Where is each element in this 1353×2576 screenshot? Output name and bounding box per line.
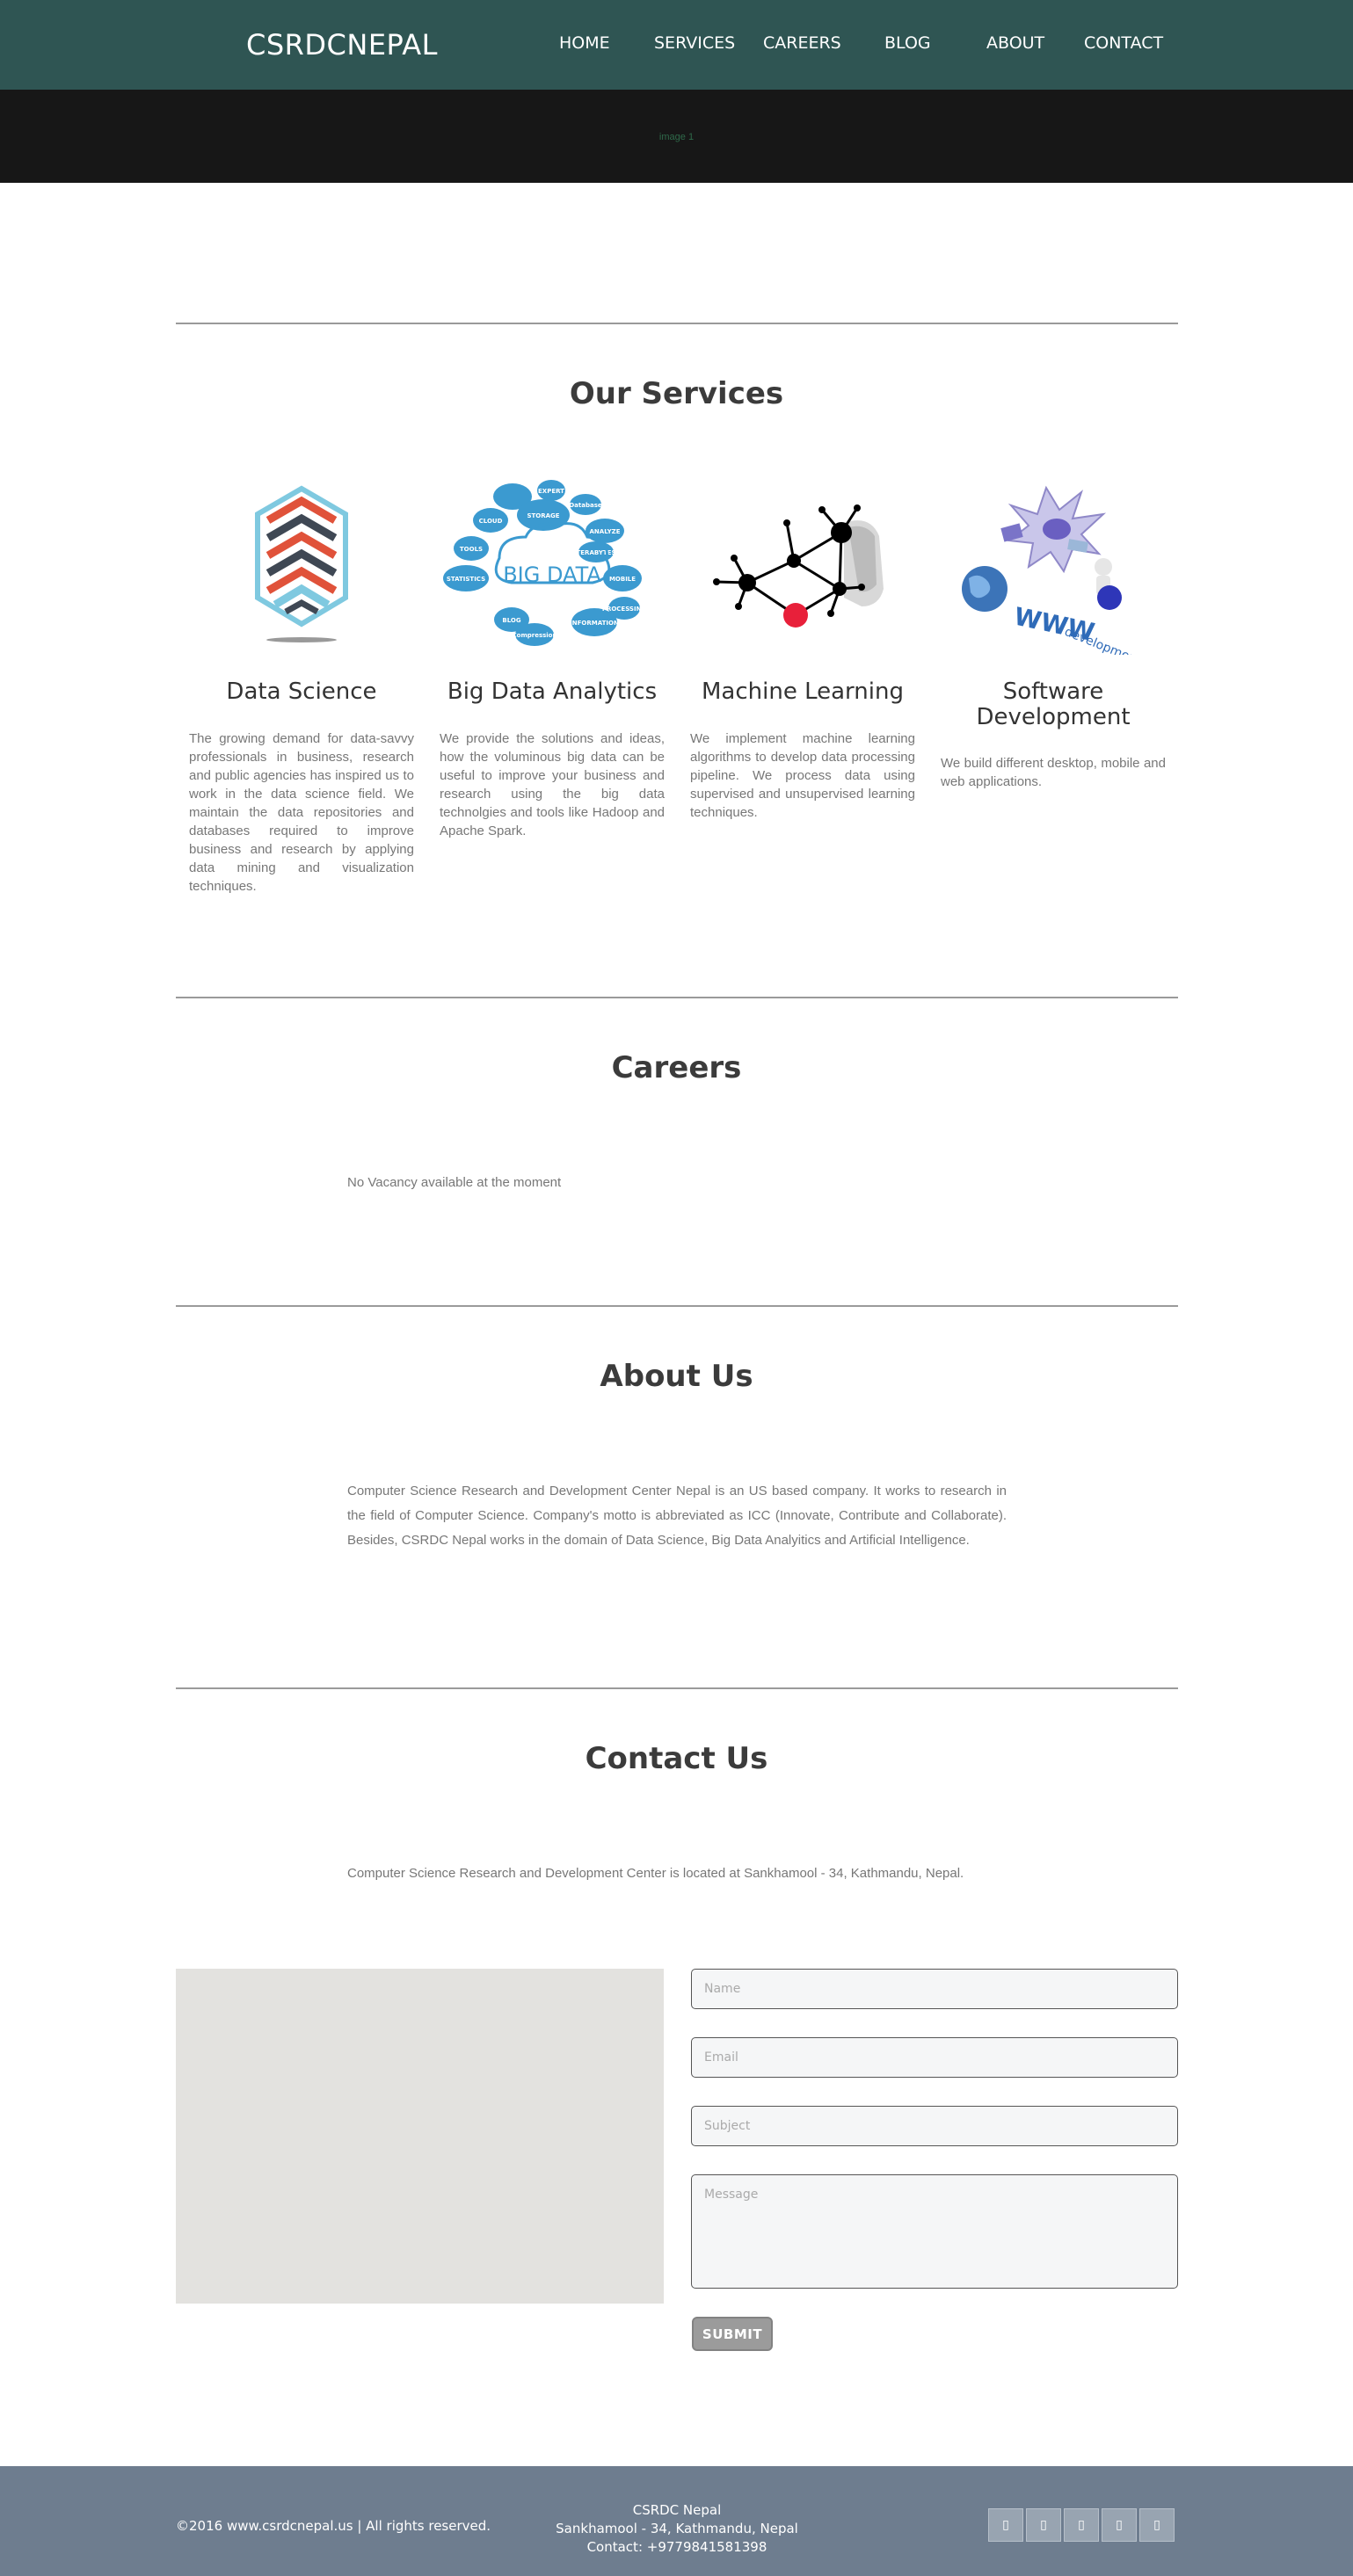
service-name: Big Data Analytics: [447, 678, 658, 705]
svg-text:TOOLS: TOOLS: [460, 546, 483, 553]
submit-button[interactable]: SUBMIT: [692, 2317, 773, 2351]
service-name: Machine Learning: [702, 678, 904, 705]
service-description: The growing demand for data-savvy profes…: [189, 731, 414, 894]
top-navbar: CSRDCNEPAL HOME SERVICES CAREERS BLOG AB…: [0, 0, 1353, 90]
data-science-logo-icon: [255, 485, 348, 642]
careers-text: No Vacancy available at the moment: [347, 1175, 562, 1190]
svg-text:INFORMATION: INFORMATION: [570, 620, 619, 627]
svg-text:PROCESSING: PROCESSING: [602, 606, 647, 613]
contact-text: Computer Science Research and Developmen…: [347, 1866, 964, 1881]
nav-blog[interactable]: BLOG: [884, 33, 931, 53]
footer-address: CSRDC Nepal Sankhamool - 34, Kathmandu, …: [519, 2501, 835, 2557]
about-title: About Us: [600, 1359, 753, 1394]
service-description: We provide the solutions and ideas, how …: [440, 731, 665, 838]
nav-home[interactable]: HOME: [559, 33, 610, 53]
name-field[interactable]: Name: [691, 1969, 1178, 2009]
subject-field[interactable]: Subject: [691, 2106, 1178, 2146]
svg-text:STATISTICS: STATISTICS: [447, 576, 485, 583]
www-globe-icon: WWW development: [962, 485, 1144, 655]
section-divider: [176, 1687, 1178, 1689]
message-field[interactable]: Message: [691, 2174, 1178, 2289]
service-name: Software Development: [976, 678, 1131, 730]
social-icon-1[interactable]: ▯: [988, 2508, 1023, 2542]
service-description: We build different desktop, mobile and w…: [941, 756, 1166, 789]
svg-text:TERABYTES: TERABYTES: [577, 549, 616, 556]
services-title: Our Services: [569, 376, 784, 411]
location-map[interactable]: [176, 1969, 664, 2304]
svg-text:Compression: Compression: [513, 632, 557, 639]
svg-text:CLOUD: CLOUD: [479, 518, 503, 525]
footer-company: CSRDC Nepal: [632, 2502, 722, 2518]
svg-text:development: development: [1063, 625, 1144, 655]
section-divider: [176, 997, 1178, 998]
nav-about[interactable]: ABOUT: [986, 33, 1044, 53]
social-icon-5[interactable]: ▯: [1139, 2508, 1175, 2542]
careers-title: Careers: [611, 1050, 742, 1085]
svg-text:Database: Database: [569, 502, 602, 509]
svg-text:MOBILE: MOBILE: [609, 576, 636, 583]
nav-careers[interactable]: CAREERS: [763, 33, 841, 53]
footer-phone: Contact: +9779841581398: [586, 2539, 767, 2555]
footer: ©2016 www.csrdcnepal.us | All rights res…: [0, 2466, 1353, 2576]
social-icon-3[interactable]: ▯: [1064, 2508, 1099, 2542]
service-description: We implement machine learning algorithms…: [690, 731, 915, 820]
svg-text:EXPERT: EXPERT: [538, 488, 564, 495]
section-divider: [176, 1305, 1178, 1307]
nav-services[interactable]: SERVICES: [654, 33, 735, 53]
hero-image-alt-text: image 1: [658, 132, 695, 142]
email-field[interactable]: Email: [691, 2037, 1178, 2078]
big-data-clouds-icon: STORAGE EXPERT CLOUD Database ANALYZE TE…: [443, 480, 647, 646]
service-name: Data Science: [226, 678, 377, 705]
neural-network-icon: [713, 504, 884, 628]
footer-street: Sankhamool - 34, Kathmandu, Nepal: [556, 2521, 798, 2536]
nav-contact[interactable]: CONTACT: [1084, 33, 1163, 53]
contact-title: Contact Us: [585, 1741, 768, 1776]
svg-text:STORAGE: STORAGE: [527, 512, 559, 519]
section-divider: [176, 323, 1178, 324]
svg-text:BLOG: BLOG: [502, 617, 520, 624]
svg-text:ANALYZE: ANALYZE: [590, 528, 621, 535]
about-text: Computer Science Research and Developmen…: [347, 1484, 1007, 1548]
social-icon-2[interactable]: ▯: [1026, 2508, 1061, 2542]
svg-text:BIG DATA: BIG DATA: [503, 562, 601, 587]
brand-logo[interactable]: CSRDCNEPAL: [246, 28, 438, 62]
social-icon-4[interactable]: ▯: [1102, 2508, 1137, 2542]
copyright-text: ©2016 www.csrdcnepal.us | All rights res…: [176, 2518, 491, 2534]
